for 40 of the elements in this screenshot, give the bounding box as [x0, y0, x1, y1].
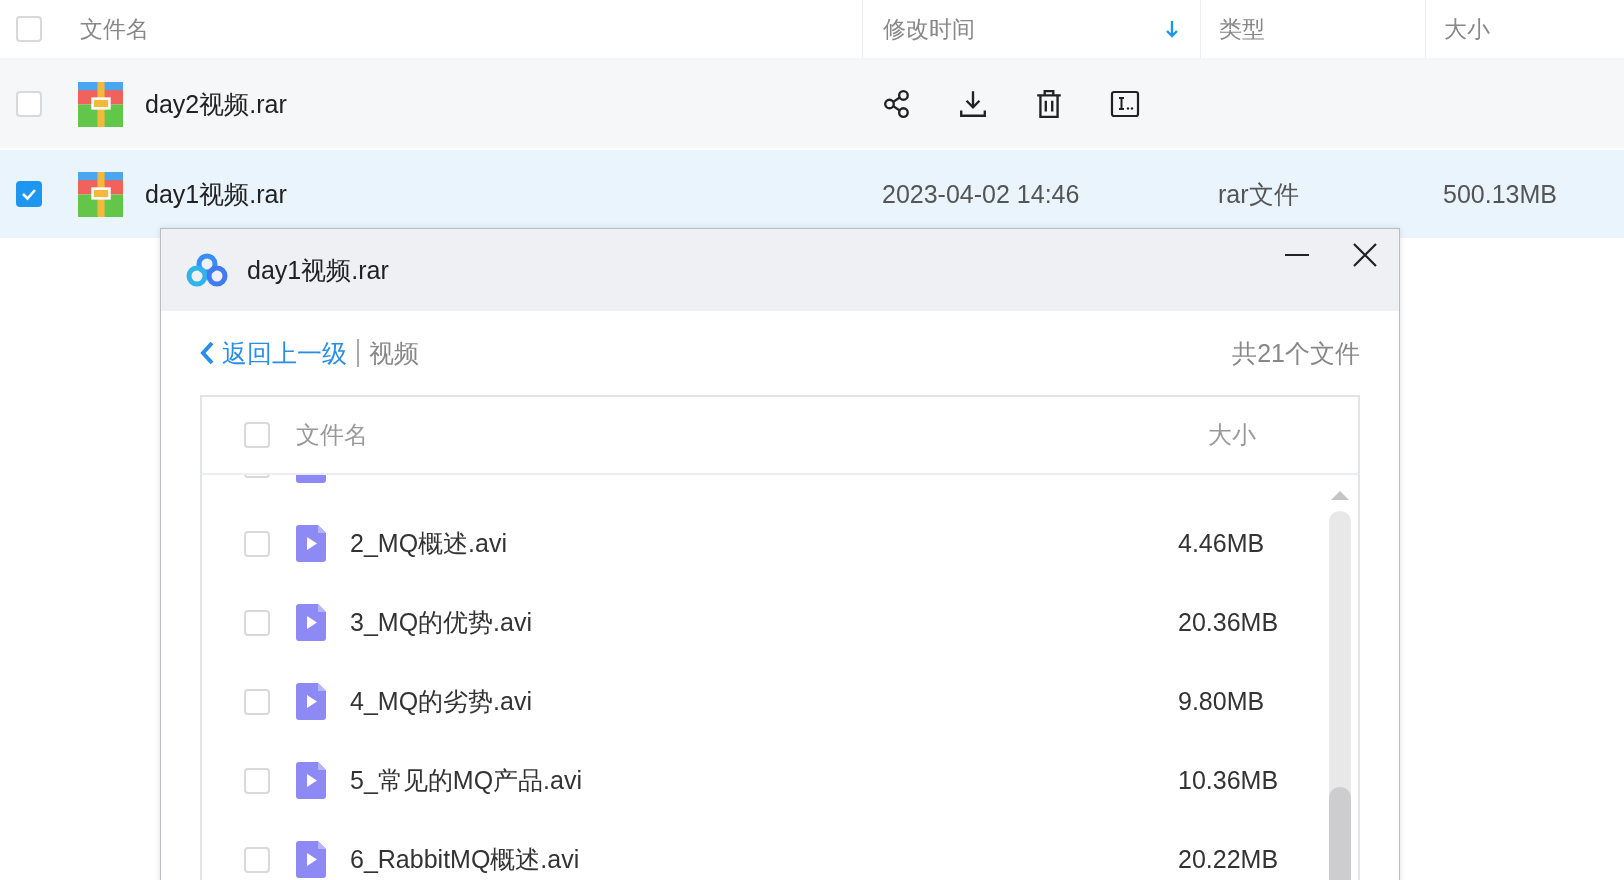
file-type: rar文件 [1218, 178, 1299, 210]
file-name[interactable]: 4_MQ的劣势.avi [350, 685, 532, 718]
video-file-icon [296, 683, 326, 720]
column-header[interactable]: 文件名 [80, 13, 149, 45]
video-file-icon [296, 525, 326, 562]
sort-arrow-icon[interactable] [1166, 20, 1178, 38]
file-name[interactable]: 2_MQ概述.avi [350, 527, 507, 560]
file-size: 9.80MB [1178, 687, 1265, 716]
column-header[interactable]: 类型 [1219, 13, 1265, 45]
column-header[interactable]: 修改时间 [883, 13, 975, 45]
breadcrumb-folder: 视频 [369, 337, 420, 369]
file-size: 4.46MB [1178, 529, 1265, 558]
file-name[interactable]: 5_常见的MQ产品.avi [350, 764, 582, 797]
rename-icon[interactable] [1110, 89, 1140, 119]
delete-icon[interactable] [1034, 89, 1064, 119]
file-row[interactable]: day1视频.rar 2023-04-02 14:46 rar文件 500.13MB [0, 150, 1624, 238]
close-icon[interactable] [1351, 241, 1379, 269]
file-name[interactable]: day2视频.rar [145, 87, 287, 121]
file-name[interactable]: day1视频.rar [145, 177, 287, 211]
file-size: 20.22MB [1178, 845, 1279, 874]
dialog-title: day1视频.rar [247, 254, 390, 286]
archive-file-icon [78, 171, 123, 217]
share-icon[interactable] [882, 89, 912, 119]
modified-time: 2023-04-02 14:46 [882, 179, 1080, 209]
video-file-icon [296, 762, 326, 799]
checkbox[interactable] [16, 181, 42, 207]
file-size: 500.13MB [1443, 179, 1557, 209]
chevron-left-icon [200, 341, 214, 365]
file-count: 共21个文件 [1232, 337, 1360, 369]
file-name[interactable]: 3_MQ的优势.avi [350, 606, 532, 639]
column-header[interactable]: 大小 [1444, 13, 1490, 45]
file-name[interactable]: 6_RabbitMQ概述.avi [350, 843, 580, 876]
download-icon[interactable] [958, 89, 988, 119]
archive-file-icon [78, 81, 123, 127]
file-size: 10.36MB [1178, 766, 1279, 795]
file-size: 20.36MB [1178, 608, 1279, 637]
cloud-logo-icon [185, 253, 229, 287]
scroll-up-icon[interactable] [1330, 489, 1350, 501]
file-row[interactable]: day2视频.rar [0, 60, 1624, 148]
video-file-icon [296, 604, 326, 641]
